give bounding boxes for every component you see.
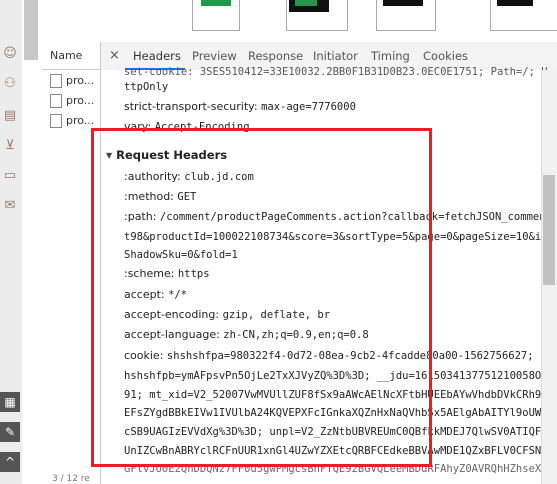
thumbnail-frame[interactable] [490, 0, 557, 31]
screen-icon[interactable]: ▭ [2, 168, 18, 184]
chevron-up-icon[interactable]: ^ [0, 452, 20, 472]
request-item[interactable]: pro... [50, 92, 100, 110]
set-cookie-partial: set-cookie: 3SES510412=33E10032.2BB0F1B3… [124, 66, 548, 78]
thumbnail-dark-bar [497, 0, 533, 6]
thumbnail-frame[interactable] [192, 0, 240, 31]
edit-icon[interactable]: ✎ [0, 422, 20, 442]
file-icon [50, 74, 62, 88]
building-icon[interactable]: ▤ [2, 108, 18, 124]
cart-icon[interactable]: ⊻ [2, 138, 18, 154]
webpage-area [22, 0, 42, 484]
thumbnail-frame[interactable] [286, 0, 348, 31]
header-key: strict-transport-security: [124, 100, 258, 113]
header-row-strict-transport-security: strict-transport-security: max-age=77760… [124, 97, 356, 117]
qr-code-icon[interactable]: ▦ [0, 392, 20, 412]
browser-side-toolbar: ☺ ⚇ ▤ ⊻ ▭ ✉ ▦ ✎ ^ [0, 0, 23, 484]
thumbnail-frame[interactable] [376, 0, 436, 31]
name-column-header[interactable]: Name [42, 42, 100, 70]
webpage-scrollbar-thumb[interactable] [24, 0, 38, 60]
request-item[interactable]: pro... [50, 72, 100, 90]
request-name: pro... [66, 94, 95, 107]
webpage-thumbnails [42, 0, 557, 43]
request-name: pro... [66, 114, 95, 127]
thumbnail-dark-bar [383, 0, 423, 6]
request-count-footer: 3 / 12 re [52, 474, 90, 484]
thumbnail-green-bar [295, 0, 317, 6]
person-icon[interactable]: ⚇ [2, 76, 18, 92]
chat-icon[interactable]: ☺ [2, 46, 18, 62]
file-icon [50, 94, 62, 108]
highlight-box [91, 128, 432, 467]
file-icon [50, 114, 62, 128]
request-name: pro... [66, 74, 95, 87]
message-icon[interactable]: ✉ [2, 198, 18, 214]
header-wrap-line: ttpOnly [124, 81, 169, 93]
header-value: max-age=7776000 [261, 101, 356, 113]
thumbnail-green-bar [201, 0, 231, 6]
close-details-button[interactable]: × [109, 42, 120, 70]
headers-scrollbar-thumb[interactable] [543, 175, 555, 285]
